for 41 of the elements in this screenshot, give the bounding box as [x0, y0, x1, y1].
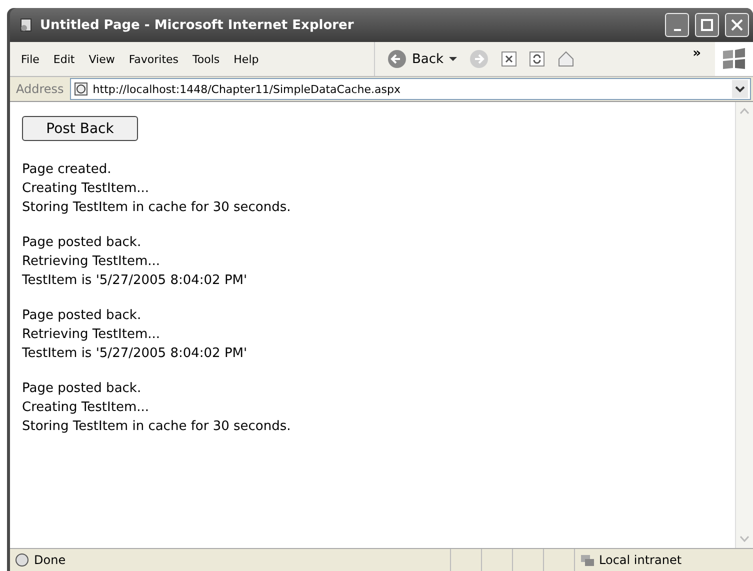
- log-line: TestItem is '5/27/2005 8:04:02 PM': [22, 345, 248, 363]
- menu-item[interactable]: Tools: [188, 50, 225, 68]
- scrollbar[interactable]: [735, 102, 753, 548]
- close-icon: [731, 19, 743, 31]
- log-line: Page posted back.: [22, 307, 142, 325]
- refresh-button[interactable]: [526, 49, 547, 69]
- scroll-up-icon: [740, 108, 749, 114]
- caret-icon: [448, 55, 457, 63]
- close-button[interactable]: [725, 13, 749, 37]
- menu-item[interactable]: View: [84, 50, 120, 68]
- menu-item[interactable]: File: [16, 50, 44, 68]
- dropdown-icon[interactable]: [732, 80, 748, 98]
- window-title: Untitled Page - Microsoft Internet Explorer: [40, 18, 355, 32]
- network-icon: [579, 552, 595, 568]
- log-line: Retrieving TestItem...: [22, 326, 162, 344]
- log-line: Storing TestItem in cache for 30 seconds.: [22, 199, 292, 217]
- maximize-icon: [701, 19, 713, 31]
- maximize-button[interactable]: [695, 13, 719, 37]
- log-line: TestItem is '5/27/2005 8:04:02 PM': [22, 272, 248, 290]
- back-button[interactable]: Back: [385, 47, 459, 71]
- zone-text: Local intranet: [599, 553, 682, 567]
- windows-logo: [715, 42, 753, 76]
- minimize-button[interactable]: [665, 13, 689, 37]
- log-line: Page posted back.: [22, 380, 142, 398]
- log-line: Creating TestItem...: [22, 399, 150, 417]
- status-text: Done: [34, 553, 66, 567]
- menu-item[interactable]: Favorites: [124, 50, 184, 68]
- menu-item[interactable]: Edit: [48, 50, 80, 68]
- log-line: Creating TestItem...: [22, 180, 150, 198]
- menu-item[interactable]: Help: [228, 50, 264, 68]
- address-label: Address: [16, 82, 64, 96]
- log-line: Retrieving TestItem...: [22, 253, 162, 271]
- log-line: Storing TestItem in cache for 30 seconds.: [22, 418, 292, 436]
- log-line: Page created.: [22, 161, 112, 179]
- stop-button[interactable]: [498, 49, 519, 69]
- toolbar-chevron[interactable]: »: [692, 46, 701, 61]
- address-field[interactable]: http://localhost:1448/Chapter11/SimpleDataCache.aspx: [70, 78, 751, 100]
- log-line: Page posted back.: [22, 234, 142, 252]
- minimize-icon: [674, 29, 680, 31]
- post-back-button[interactable]: Post Back: [22, 116, 138, 141]
- scroll-down-icon: [740, 536, 749, 542]
